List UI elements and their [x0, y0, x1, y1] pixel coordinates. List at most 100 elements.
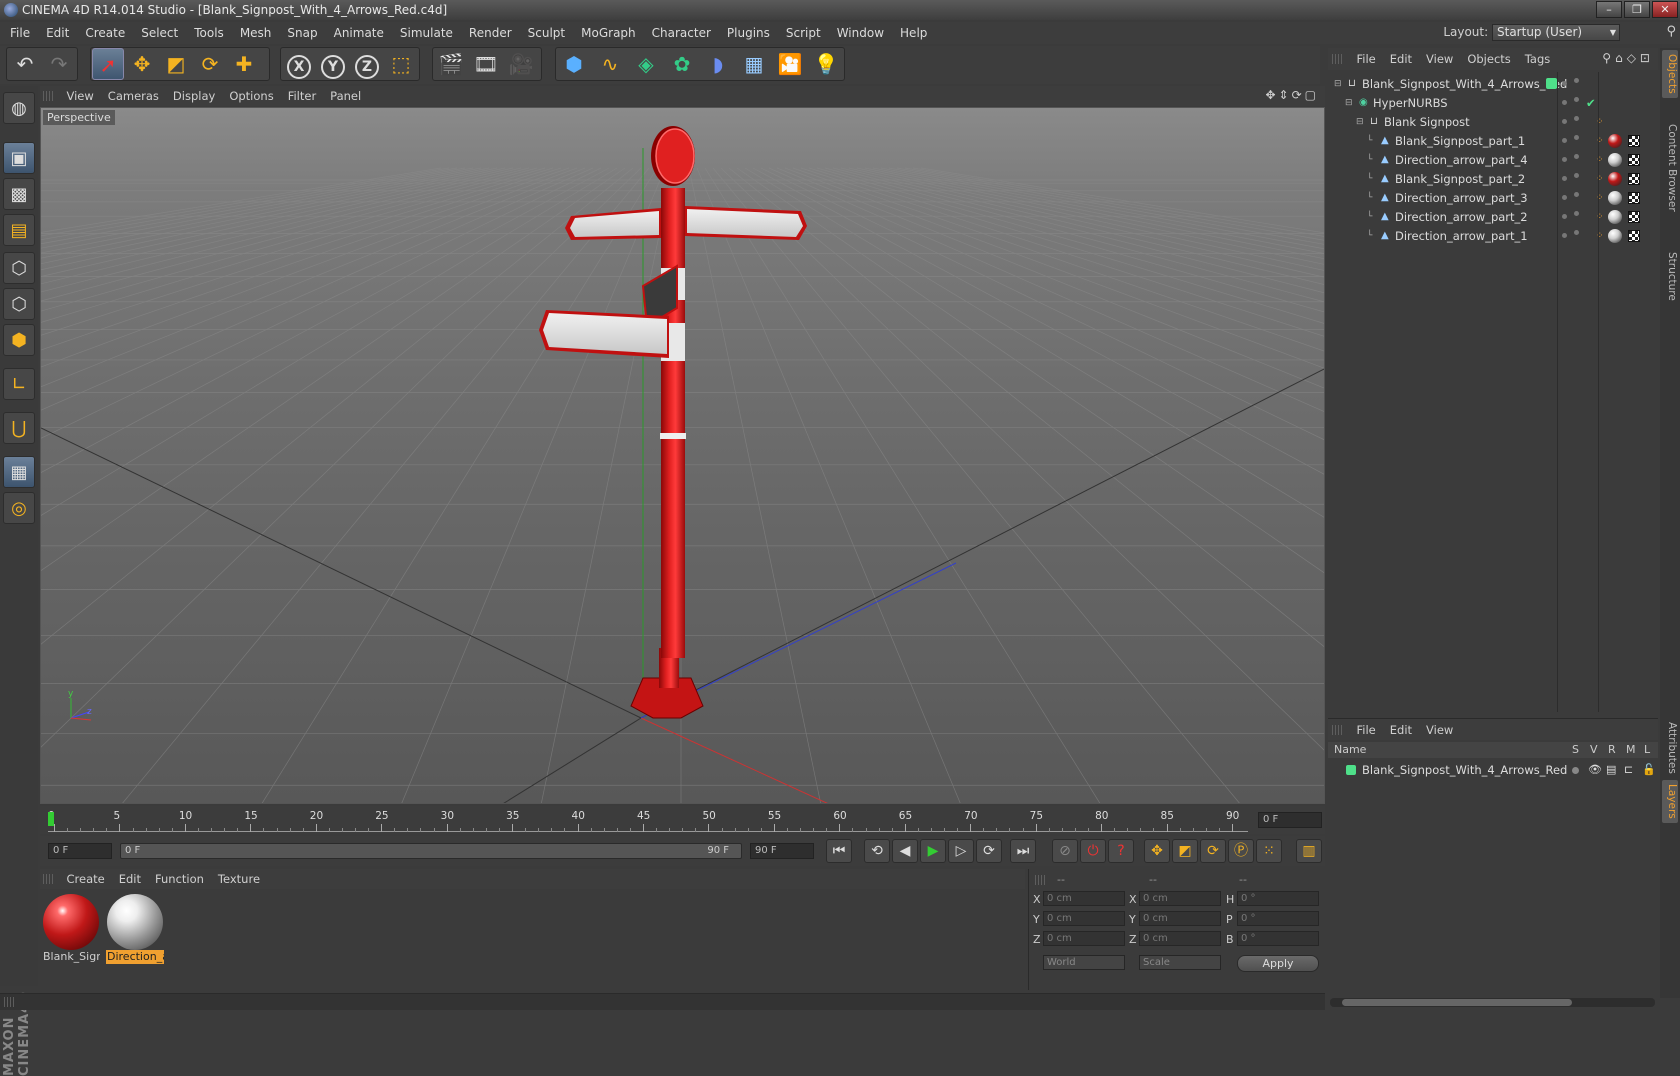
object-row[interactable]: └ ▲ Direction_arrow_part_3 ⁘	[1328, 188, 1658, 208]
viewport-menu-filter[interactable]: Filter	[281, 86, 323, 106]
tab-layers[interactable]: Layers	[1662, 780, 1678, 823]
key-parameter-icon[interactable]: Ⓟ	[1228, 839, 1254, 863]
editor-visibility-dot[interactable]	[1562, 81, 1567, 86]
menu-edit[interactable]: Edit	[38, 22, 77, 44]
move-icon[interactable]: ✥	[126, 48, 158, 80]
camera-icon[interactable]: 🎦	[774, 48, 806, 80]
material-menu-function[interactable]: Function	[148, 869, 211, 889]
layer-color-tag[interactable]	[1546, 78, 1557, 89]
next-key-icon[interactable]: ⟳	[976, 839, 1002, 863]
z-axis-lock-icon[interactable]: Z	[351, 48, 383, 80]
render-visibility-dot[interactable]	[1574, 230, 1579, 235]
menu-tools[interactable]: Tools	[186, 22, 232, 44]
menu-window[interactable]: Window	[829, 22, 892, 44]
render-visibility-dot[interactable]	[1574, 173, 1579, 178]
layers-menu-view[interactable]: View	[1419, 719, 1460, 741]
editor-visibility-dot[interactable]	[1562, 157, 1567, 162]
object-row[interactable]: ⊟ ◉ HyperNURBS ✔	[1328, 93, 1658, 113]
rotate-icon[interactable]: ⟳	[194, 48, 226, 80]
range-slider[interactable]: 0 F 90 F	[120, 843, 742, 859]
menu-sculpt[interactable]: Sculpt	[520, 22, 573, 44]
key-pla-icon[interactable]: ⁙	[1256, 839, 1282, 863]
editor-visibility-dot[interactable]	[1562, 195, 1567, 200]
rotation-b-field[interactable]: 0 °	[1237, 931, 1319, 946]
layer-render-icon[interactable]: ▤	[1606, 760, 1616, 780]
material-swatch[interactable]: Blank_Sign	[42, 892, 100, 964]
objects-menu-tags[interactable]: Tags	[1518, 48, 1557, 70]
editor-visibility-dot[interactable]	[1562, 100, 1567, 105]
floor-icon[interactable]: ▦	[738, 48, 770, 80]
tab-structure[interactable]: Structure	[1662, 248, 1678, 305]
minimize-button[interactable]: –	[1596, 1, 1622, 18]
viewport-menu-cameras[interactable]: Cameras	[101, 86, 166, 106]
spline-icon[interactable]: ∿	[594, 48, 626, 80]
collapse-icon[interactable]: ⊟	[1334, 74, 1342, 94]
texture-tag-icon[interactable]	[1628, 173, 1640, 185]
editor-visibility-dot[interactable]	[1562, 214, 1567, 219]
tab-content-browser[interactable]: Content Browser	[1662, 120, 1678, 216]
key-scale-icon[interactable]: ◩	[1172, 839, 1198, 863]
make-editable-icon[interactable]: ◍	[3, 92, 35, 124]
position-z-field[interactable]: 0 cm	[1043, 931, 1125, 946]
menu-plugins[interactable]: Plugins	[719, 22, 778, 44]
collapse-icon[interactable]: ⊟	[1345, 93, 1353, 113]
render-visibility-dot[interactable]	[1574, 135, 1579, 140]
render-visibility-dot[interactable]	[1574, 78, 1579, 83]
viewport-menu-display[interactable]: Display	[166, 86, 222, 106]
texture-mode-icon[interactable]: ▩	[3, 178, 35, 210]
key-rotation-icon[interactable]: ⟳	[1200, 839, 1226, 863]
texture-tag-icon[interactable]	[1628, 154, 1640, 166]
position-y-field[interactable]: 0 cm	[1043, 911, 1125, 926]
viewport-menu-panel[interactable]: Panel	[323, 86, 368, 106]
close-button[interactable]: ✕	[1652, 1, 1678, 18]
menu-select[interactable]: Select	[133, 22, 186, 44]
material-tag-icon[interactable]	[1608, 191, 1622, 205]
x-axis-lock-icon[interactable]: X	[283, 48, 315, 80]
object-row[interactable]: └ ▲ Blank_Signpost_part_1 ⁘	[1328, 131, 1658, 151]
render-visibility-dot[interactable]	[1574, 211, 1579, 216]
editor-visibility-dot[interactable]	[1562, 138, 1567, 143]
layer-row[interactable]: Blank_Signpost_With_4_Arrows_Red 👁 ▤ ⊏ 🔓	[1328, 760, 1658, 780]
go-to-end-icon[interactable]: ⏭	[1010, 839, 1036, 863]
layout-select[interactable]: Startup (User)	[1492, 24, 1620, 41]
object-row[interactable]: └ ▲ Direction_arrow_part_4 ⁘	[1328, 150, 1658, 170]
enabled-check-icon[interactable]: ✔	[1586, 93, 1596, 113]
grid-snap-icon[interactable]: ◎	[3, 492, 35, 524]
texture-tag-icon[interactable]	[1628, 135, 1640, 147]
current-frame-field[interactable]: 0 F	[1258, 812, 1322, 828]
rotation-p-field[interactable]: 0 °	[1237, 911, 1319, 926]
material-tag-icon[interactable]	[1608, 172, 1622, 186]
size-x-field[interactable]: 0 cm	[1139, 891, 1221, 906]
go-to-start-icon[interactable]: ⏮	[826, 839, 852, 863]
material-tag-icon[interactable]	[1608, 229, 1622, 243]
object-manager-tools-icons[interactable]: ⚲⌂◇⊡	[1602, 51, 1654, 65]
menu-simulate[interactable]: Simulate	[392, 22, 461, 44]
record-icon[interactable]: ⊘	[1052, 839, 1078, 863]
render-settings-icon[interactable]: 🎥	[505, 48, 537, 80]
editor-visibility-dot[interactable]	[1562, 233, 1567, 238]
viewport-menu-options[interactable]: Options	[222, 86, 280, 106]
edges-mode-icon[interactable]: ⬡	[3, 288, 35, 320]
undo-icon[interactable]: ↶	[9, 48, 41, 80]
render-visibility-dot[interactable]	[1574, 116, 1579, 121]
model-mode-icon[interactable]: ▣	[3, 142, 35, 174]
menu-character[interactable]: Character	[644, 22, 719, 44]
next-frame-icon[interactable]: ▷	[948, 839, 974, 863]
menu-script[interactable]: Script	[778, 22, 829, 44]
axis-mode-icon[interactable]: ∟	[3, 368, 35, 400]
size-y-field[interactable]: 0 cm	[1139, 911, 1221, 926]
menu-create[interactable]: Create	[77, 22, 133, 44]
workplane-icon[interactable]: ▤	[3, 214, 35, 246]
material-swatch[interactable]: Direction_a	[106, 892, 164, 964]
polygons-mode-icon[interactable]: ⬢	[3, 324, 35, 356]
tab-attributes[interactable]: Attributes	[1662, 718, 1678, 778]
rotation-h-field[interactable]: 0 °	[1237, 891, 1319, 906]
apply-button[interactable]: Apply	[1237, 955, 1319, 972]
mograph-cloner-icon[interactable]: ✿	[666, 48, 698, 80]
light-icon[interactable]: 💡	[810, 48, 842, 80]
tab-objects[interactable]: Objects	[1662, 50, 1678, 98]
layer-lock-icon[interactable]: 🔓	[1642, 760, 1656, 780]
collapse-icon[interactable]: ⊟	[1356, 112, 1364, 132]
autokey-icon[interactable]: ⏻	[1080, 839, 1106, 863]
live-selection-icon[interactable]: ➚	[92, 48, 124, 80]
